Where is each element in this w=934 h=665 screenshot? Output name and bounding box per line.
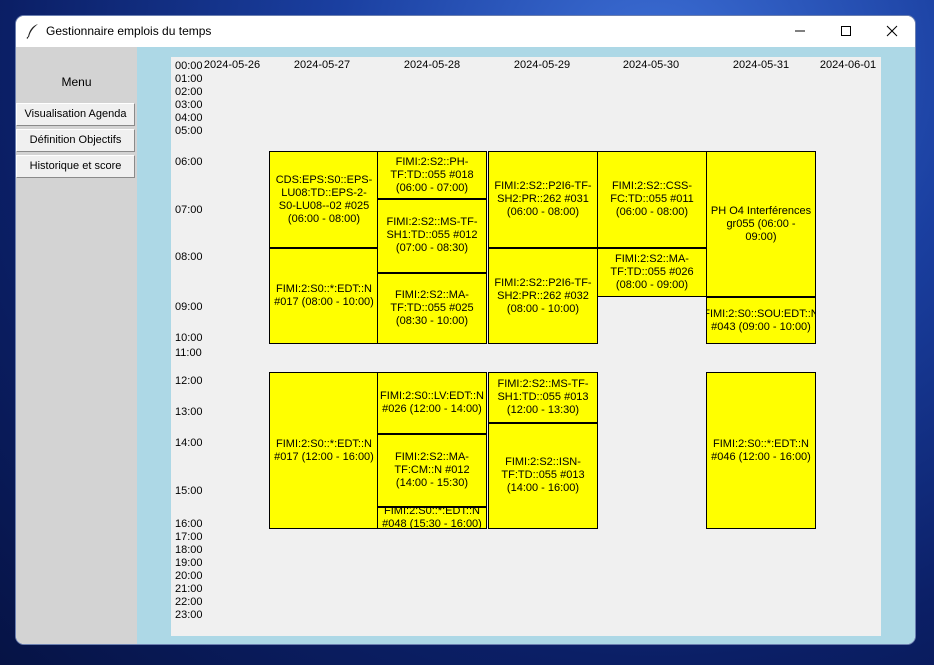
event-block[interactable]: FIMI:2:S0::*:EDT::N #046 (12:00 - 16:00) — [706, 372, 816, 529]
date-label: 2024-05-29 — [513, 59, 571, 71]
hour-label: 01:00 — [175, 73, 203, 85]
event-block[interactable]: FIMI:2:S2::P2I6-TF-SH2:PR::262 #032 (08:… — [488, 248, 598, 344]
hour-label: 20:00 — [175, 570, 203, 582]
hour-label: 22:00 — [175, 596, 203, 608]
date-label: 2024-05-31 — [732, 59, 790, 71]
app-window: Gestionnaire emplois du temps Menu Visua… — [16, 16, 915, 644]
sidebar: Menu Visualisation Agenda Définition Obj… — [16, 47, 137, 644]
hour-label: 14:00 — [175, 437, 203, 449]
event-block[interactable]: FIMI:2:S2::CSS-FC:TD::055 #011 (06:00 - … — [597, 151, 707, 248]
hour-label: 05:00 — [175, 125, 203, 137]
hour-label: 11:00 — [175, 347, 202, 359]
event-block[interactable]: FIMI:2:S2::MA-TF:TD::055 #026 (08:00 - 0… — [597, 248, 707, 297]
maximize-button[interactable] — [823, 16, 869, 47]
hour-label: 15:00 — [175, 485, 203, 497]
hour-label: 13:00 — [175, 406, 203, 418]
event-block[interactable]: FIMI:2:S2::P2I6-TF-SH2:PR::262 #031 (06:… — [488, 151, 598, 248]
hour-label: 12:00 — [175, 375, 203, 387]
historique-score-button[interactable]: Historique et score — [16, 155, 135, 178]
hour-label: 17:00 — [175, 531, 203, 543]
hour-label: 02:00 — [175, 86, 203, 98]
close-button[interactable] — [869, 16, 915, 47]
date-label: 2024-05-28 — [403, 59, 461, 71]
event-block[interactable]: FIMI:2:S2::PH-TF:TD::055 #018 (06:00 - 0… — [377, 151, 487, 199]
event-block[interactable]: FIMI:2:S0::LV:EDT::N #026 (12:00 - 14:00… — [377, 372, 487, 434]
event-block[interactable]: FIMI:2:S0::*:EDT::N #017 (12:00 - 16:00) — [269, 372, 379, 529]
main-area: 2024-05-26 2024-05-27 2024-05-28 2024-05-29… — [137, 47, 915, 644]
hour-label: 06:00 — [175, 156, 203, 168]
hour-label: 10:00 — [175, 332, 203, 344]
event-block[interactable]: FIMI:2:S2::MA-TF:TD::055 #025 (08:30 - 1… — [377, 272, 487, 344]
hour-label: 00:00 — [175, 60, 203, 72]
event-block[interactable]: FIMI:2:S2::MA-TF:CM::N #012 (14:00 - 15:… — [377, 434, 487, 507]
event-block[interactable]: FIMI:2:S2::ISN-TF:TD::055 #013 (14:00 - … — [488, 422, 598, 529]
date-label: 2024-05-26 — [203, 59, 261, 71]
hour-label: 09:00 — [175, 301, 203, 313]
minimize-button[interactable] — [777, 16, 823, 47]
event-block[interactable]: PH O4 Interférences gr055 (06:00 - 09:00… — [706, 151, 816, 297]
date-label: 2024-05-30 — [622, 59, 680, 71]
event-block[interactable]: FIMI:2:S0::*:EDT::N #017 (08:00 - 10:00) — [269, 248, 379, 344]
agenda-canvas[interactable]: 2024-05-26 2024-05-27 2024-05-28 2024-05-29… — [171, 57, 881, 636]
hour-label: 23:00 — [175, 609, 203, 621]
hour-label: 19:00 — [175, 557, 203, 569]
window-title: Gestionnaire emplois du temps — [46, 24, 212, 38]
date-label: 2024-05-27 — [293, 59, 351, 71]
maximize-icon — [840, 22, 852, 41]
event-block[interactable]: FIMI:2:S0::SOU:EDT::N #043 (09:00 - 10:0… — [706, 297, 816, 344]
minimize-icon — [794, 22, 806, 41]
hour-label: 03:00 — [175, 99, 203, 111]
title-bar[interactable]: Gestionnaire emplois du temps — [16, 16, 915, 47]
hour-label: 18:00 — [175, 544, 203, 556]
hour-label: 04:00 — [175, 112, 203, 124]
hour-label: 16:00 — [175, 518, 203, 530]
menu-label: Menu — [61, 75, 92, 89]
definition-objectifs-button[interactable]: Définition Objectifs — [16, 129, 135, 152]
hour-label: 08:00 — [175, 251, 203, 263]
hour-label: 21:00 — [175, 583, 203, 595]
close-icon — [886, 22, 898, 41]
visualisation-agenda-button[interactable]: Visualisation Agenda — [16, 103, 135, 126]
feather-icon — [26, 23, 40, 39]
event-block[interactable]: FIMI:2:S2::MS-TF-SH1:TD::055 #012 (07:00… — [377, 199, 487, 273]
hour-label: 07:00 — [175, 204, 203, 216]
event-block[interactable]: FIMI:2:S2::MS-TF-SH1:TD::055 #013 (12:00… — [488, 372, 598, 423]
event-block[interactable]: CDS:EPS:S0::EPS-LU08:TD::EPS-2-S0-LU08--… — [269, 151, 379, 248]
event-block[interactable]: FIMI:2:S0::*:EDT::N #048 (15:30 - 16:00) — [377, 506, 487, 529]
date-label: 2024-06-01 — [819, 59, 877, 71]
